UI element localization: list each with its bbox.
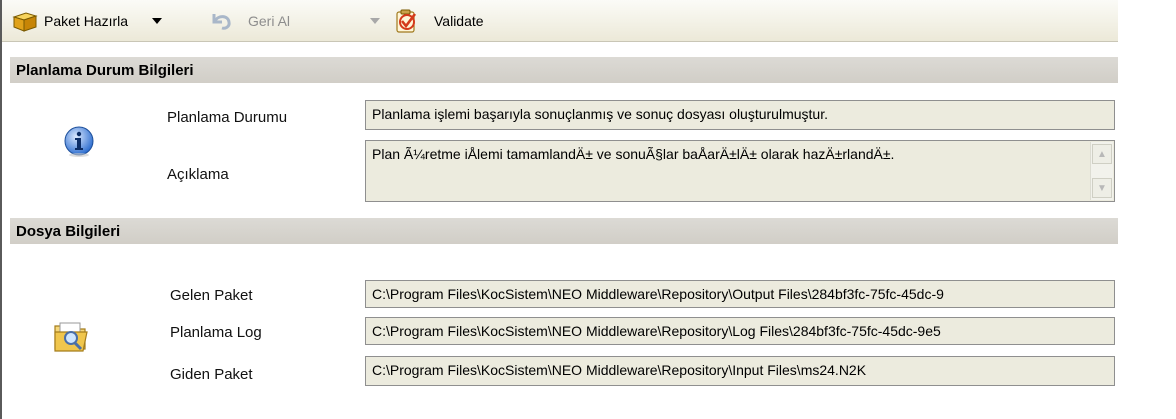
validate-icon: [392, 8, 420, 34]
outgoing-label: Giden Paket: [170, 366, 253, 383]
description-label: Açıklama: [167, 166, 229, 183]
validate-button[interactable]: Validate: [392, 0, 484, 42]
planning-section-header: Planlama Durum Bilgileri: [10, 57, 1122, 83]
window-right-margin: [1118, 0, 1176, 419]
package-label: Paket Hazırla: [44, 13, 129, 29]
status-label: Planlama Durumu: [167, 109, 288, 126]
toolbar: Paket Hazırla Geri Al Validate: [2, 0, 1122, 42]
chevron-down-icon: [152, 18, 162, 24]
scroll-up-icon[interactable]: ▲: [1092, 144, 1112, 164]
incoming-value: C:\Program Files\KocSistem\NEO Middlewar…: [372, 286, 944, 302]
incoming-field[interactable]: C:\Program Files\KocSistem\NEO Middlewar…: [365, 280, 1115, 308]
undo-label: Geri Al: [248, 13, 291, 29]
chevron-down-icon: [370, 18, 380, 24]
main-window: Paket Hazırla Geri Al Validate Planlama …: [0, 0, 1176, 419]
outgoing-value: C:\Program Files\KocSistem\NEO Middlewar…: [372, 362, 867, 378]
status-value: Planlama işlemi başarıyla sonuçlanmış ve…: [372, 106, 828, 122]
package-dropdown[interactable]: [152, 0, 162, 42]
folder-search-icon: [52, 318, 90, 354]
description-field[interactable]: Plan Ã¼retme iÅlemi tamamlandÄ± ve sonuÃ…: [365, 140, 1115, 202]
file-section-title: Dosya Bilgileri: [16, 222, 121, 240]
status-field[interactable]: Planlama işlemi başarıyla sonuçlanmış ve…: [365, 100, 1115, 130]
log-value: C:\Program Files\KocSistem\NEO Middlewar…: [372, 323, 941, 339]
package-icon: [12, 10, 38, 32]
package-button[interactable]: Paket Hazırla: [12, 0, 128, 42]
undo-dropdown[interactable]: [370, 0, 380, 42]
validate-label: Validate: [434, 13, 484, 29]
log-label: Planlama Log: [170, 324, 262, 341]
info-icon: [62, 124, 96, 158]
scroll-down-icon[interactable]: ▼: [1092, 178, 1112, 198]
description-scrollbar[interactable]: ▲ ▼: [1090, 142, 1113, 200]
incoming-label: Gelen Paket: [170, 287, 253, 304]
outgoing-field[interactable]: C:\Program Files\KocSistem\NEO Middlewar…: [365, 356, 1115, 386]
planning-section-title: Planlama Durum Bilgileri: [16, 61, 194, 79]
undo-icon: [208, 10, 234, 32]
file-section-header: Dosya Bilgileri: [10, 218, 1122, 244]
log-field[interactable]: C:\Program Files\KocSistem\NEO Middlewar…: [365, 317, 1115, 345]
description-value: Plan Ã¼retme iÅlemi tamamlandÄ± ve sonuÃ…: [372, 146, 895, 162]
undo-button[interactable]: Geri Al: [208, 0, 290, 42]
